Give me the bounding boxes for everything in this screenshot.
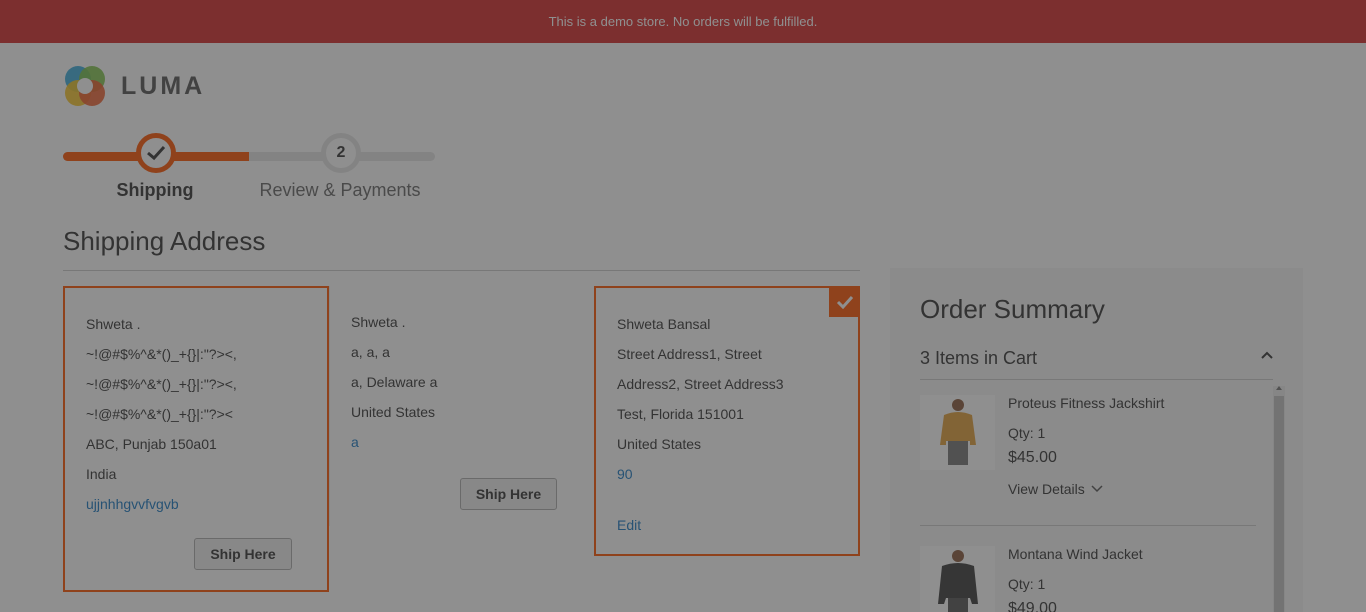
selected-address-badge [829, 286, 860, 317]
address-line: India [86, 466, 117, 482]
demo-store-notice: This is a demo store. No orders will be … [0, 0, 1366, 43]
product-name: Proteus Fitness Jackshirt [1008, 395, 1165, 411]
step-shipping-label[interactable]: Shipping [117, 180, 194, 201]
address-line: ~!@#$%^&*()_+{}|:"?><, [86, 376, 237, 392]
scroll-up-arrow[interactable] [1276, 386, 1282, 390]
step-review-marker: 2 [321, 133, 361, 173]
items-in-cart-toggle[interactable]: 3 Items in Cart [920, 348, 1037, 369]
address-line: Address2, Street Address3 [617, 376, 784, 392]
step-review-label: Review & Payments [259, 180, 421, 200]
address-line: a, Delaware a [351, 374, 438, 390]
order-summary-panel: Order Summary 3 Items in Cart Proteus Fi… [890, 268, 1303, 612]
address-line: United States [617, 436, 702, 452]
ship-here-button[interactable]: Ship Here [194, 538, 292, 570]
product-image[interactable] [920, 546, 995, 612]
chevron-down-icon [1091, 485, 1103, 493]
edit-address-link[interactable]: Edit [617, 510, 858, 540]
product-price: $49.00 [1008, 600, 1057, 612]
address-line: ABC, Punjab 150a01 [86, 436, 217, 452]
scrollbar-thumb[interactable] [1274, 396, 1284, 612]
section-divider [63, 270, 860, 271]
view-details-label: View Details [1008, 481, 1085, 497]
step-number: 2 [336, 144, 346, 161]
view-details-toggle[interactable]: View Details [1008, 481, 1103, 497]
address-line: a, a, a [351, 344, 390, 360]
summary-scrollbar[interactable] [1273, 386, 1285, 612]
address-line: Shweta . [351, 314, 406, 330]
step-shipping-marker [136, 133, 176, 173]
product-image[interactable] [920, 395, 995, 470]
luma-logo[interactable]: LUMA [63, 64, 205, 108]
product-name: Montana Wind Jacket [1008, 546, 1143, 562]
ship-here-button[interactable]: Ship Here [460, 478, 557, 510]
address-line: ~!@#$%^&*()_+{}|:"?>< [86, 406, 233, 422]
address-phone-link[interactable]: 90 [617, 459, 858, 489]
product-qty: Qty: 1 [1008, 576, 1046, 592]
address-line: United States [351, 404, 436, 420]
logo-text: LUMA [121, 71, 206, 100]
demo-notice-text: This is a demo store. No orders will be … [548, 14, 818, 29]
item-divider [920, 525, 1256, 526]
address-phone-link[interactable]: a [351, 427, 595, 457]
order-summary-title: Order Summary [920, 294, 1105, 324]
address-card-3-selected[interactable]: Shweta Bansal Street Address1, Street Ad… [594, 286, 860, 556]
address-line: Shweta . [86, 316, 141, 332]
check-icon [836, 295, 853, 309]
chevron-up-icon[interactable] [1260, 350, 1274, 360]
shipping-address-title: Shipping Address [63, 226, 266, 256]
summary-divider [920, 379, 1273, 380]
address-line: ~!@#$%^&*()_+{}|:"?><, [86, 346, 237, 362]
address-line: Shweta Bansal [617, 316, 711, 332]
product-price: $45.00 [1008, 449, 1057, 466]
product-qty: Qty: 1 [1008, 425, 1046, 441]
luma-logo-icon [65, 66, 105, 106]
jackshirt-product-icon [939, 398, 976, 465]
check-icon [147, 145, 166, 161]
address-phone-link[interactable]: ujjnhhgvvfvgvb [86, 489, 327, 519]
address-line: Test, Florida 151001 [617, 406, 744, 422]
wind-jacket-product-icon [937, 549, 978, 612]
address-line: Street Address1, Street [617, 346, 762, 362]
